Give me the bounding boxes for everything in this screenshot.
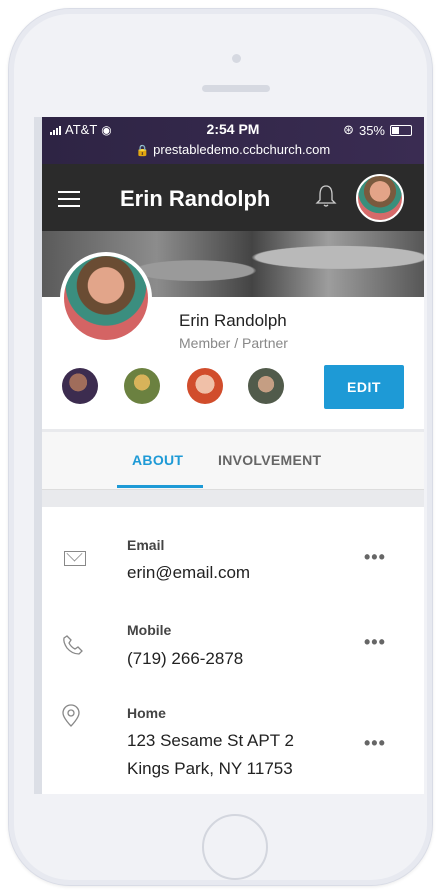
page-url: prestabledemo.ccbchurch.com [153, 142, 331, 157]
bell-icon[interactable] [315, 184, 337, 214]
bluetooth-icon: ⊛ [343, 122, 354, 137]
email-label: Email [127, 537, 165, 553]
front-camera [232, 54, 241, 63]
home-address-line2: Kings Park, NY 11753 [127, 759, 293, 778]
speaker-grille [202, 85, 270, 92]
url-bar[interactable]: 🔒 prestabledemo.ccbchurch.com [42, 142, 424, 157]
home-more-button[interactable]: ••• [364, 733, 386, 754]
phone-icon [62, 634, 84, 662]
family-member-avatar[interactable] [187, 368, 223, 404]
status-bar: AT&T ◉ 2:54 PM ⊛ 35% 🔒 prestabledemo.ccb… [42, 117, 424, 164]
mobile-more-button[interactable]: ••• [364, 632, 386, 653]
tab-involvement[interactable]: INVOLVEMENT [218, 452, 321, 468]
tab-about[interactable]: ABOUT [132, 452, 183, 468]
battery-percent: 35% [358, 122, 385, 138]
family-member-avatar[interactable] [124, 368, 160, 404]
lock-icon: 🔒 [135, 145, 150, 157]
hamburger-icon[interactable] [58, 191, 80, 207]
status-right: ⊛ 35% [343, 122, 412, 138]
email-more-button[interactable]: ••• [364, 547, 386, 568]
edit-button[interactable]: EDIT [324, 365, 404, 409]
family-member-avatar[interactable] [248, 368, 284, 404]
screen-edge [34, 117, 42, 794]
home-label: Home [127, 705, 166, 721]
active-tab-indicator [117, 485, 203, 488]
profile-tabs: ABOUT INVOLVEMENT [42, 432, 424, 490]
app-bar: Erin Randolph [42, 164, 424, 231]
home-address-line1: 123 Sesame St APT 2 [127, 731, 294, 750]
email-value: erin@email.com [127, 563, 251, 582]
profile-role: Member / Partner [179, 335, 288, 351]
profile-avatar [60, 252, 152, 344]
profile-name: Erin Randolph [179, 311, 287, 330]
map-pin-icon [62, 704, 80, 734]
user-avatar[interactable] [356, 174, 404, 222]
screen: AT&T ◉ 2:54 PM ⊛ 35% 🔒 prestabledemo.ccb… [34, 117, 424, 794]
mobile-value: (719) 266-2878 [127, 649, 244, 668]
family-member-avatar[interactable] [62, 368, 98, 404]
mobile-label: Mobile [127, 622, 172, 638]
battery-icon [390, 124, 412, 136]
contact-details-card: Email erin@email.com ••• Mobile (719) 26… [42, 507, 424, 794]
home-button[interactable] [202, 814, 268, 880]
envelope-icon [64, 551, 86, 566]
page-title: Erin Randolph [120, 186, 271, 211]
